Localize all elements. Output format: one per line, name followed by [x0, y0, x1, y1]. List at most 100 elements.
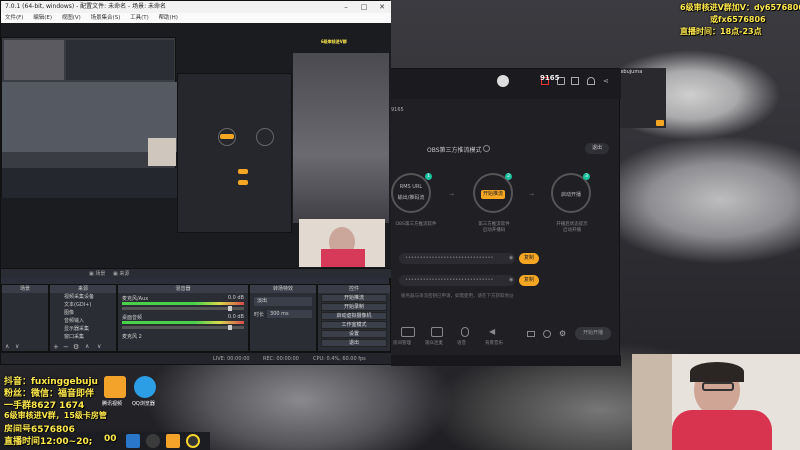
step-arrow-icon: →	[449, 191, 455, 198]
nested-tool-window	[177, 73, 292, 233]
step-1-label: RMS URL	[399, 184, 423, 190]
eye-icon[interactable]: ◉	[509, 255, 513, 261]
taskbar-tool-icon[interactable]	[186, 434, 200, 448]
nested-overlay-text: 6级审核进V群	[321, 39, 347, 44]
transitions-dock-header: 转场特效	[250, 285, 316, 293]
minimize-button[interactable]: –	[337, 1, 355, 13]
move-up-icon[interactable]: ∧	[85, 343, 89, 350]
menu-help[interactable]: 帮助(H)	[159, 15, 178, 21]
studio-mode-button[interactable]: 工作室模式	[321, 321, 387, 329]
webcam-glasses	[702, 382, 734, 391]
mic-icon[interactable]	[461, 327, 469, 337]
maximize-button[interactable]: □	[355, 1, 373, 13]
menu-file[interactable]: 文件(F)	[5, 15, 23, 21]
exit-button[interactable]: 退出	[321, 339, 387, 347]
move-down-icon[interactable]: ∨	[97, 343, 101, 350]
source-item[interactable]: 图像	[50, 309, 116, 317]
eye-preview-icon[interactable]	[543, 330, 551, 338]
menu-scene-collection[interactable]: 场景集合(S)	[91, 15, 121, 21]
mixer-dock-header: 混音器	[118, 285, 248, 293]
duration-label: 时长	[254, 311, 265, 318]
start-live-button[interactable]: 开始开播	[575, 327, 611, 340]
nested-step-circle	[256, 128, 274, 146]
close-button[interactable]: ✕	[373, 1, 391, 13]
nested-webcam	[148, 138, 176, 166]
settings-gear-icon[interactable]: ⚙	[559, 330, 566, 338]
source-settings-icon[interactable]: ⚙	[73, 343, 79, 351]
start-virtual-camera-button[interactable]: 启动虚拟摄像机	[321, 312, 387, 320]
step-2-badge: 2	[505, 173, 512, 180]
scene-up-icon[interactable]: ∧	[5, 343, 9, 350]
step-2-button[interactable]: 开始推流	[481, 190, 505, 199]
menu-edit[interactable]: 编辑(E)	[33, 15, 52, 21]
taskbar-edge-icon[interactable]	[126, 434, 140, 448]
tencent-video-icon[interactable]	[104, 376, 126, 398]
source-item[interactable]: 视频采集设备	[50, 293, 116, 301]
room-manage-icon[interactable]	[401, 327, 415, 337]
camera-icon[interactable]	[527, 331, 535, 337]
step-1-badge: 1	[425, 173, 432, 180]
bottom-tool-label-4: 背景音乐	[485, 341, 503, 346]
controls-dock: 控件 开始推流 开始录制 启动虚拟摄像机 工作室模式 设置 退出	[317, 284, 391, 352]
qq-browser-icon[interactable]	[134, 376, 156, 398]
taskbar-app-icon[interactable]	[166, 434, 180, 448]
start-streaming-button[interactable]: 开始推流	[321, 294, 387, 302]
tool-header: ⋖	[391, 69, 621, 99]
source-item[interactable]: 显示器采集	[50, 325, 116, 333]
mixer-track-2-slider[interactable]	[122, 325, 244, 330]
overlay-level: 6级审核进V群，15级卡房管	[4, 411, 107, 420]
nested-obs-docks	[2, 168, 177, 198]
exit-mode-button[interactable]: 退出	[585, 143, 609, 154]
speaker-icon[interactable]: ◀	[489, 327, 499, 337]
hint-text: 服务器与串流密钥已申请，如需使用，请在下方获取地址	[401, 294, 514, 299]
nested-orange-btn	[238, 169, 248, 174]
rec-timer: REC: 00:00:00	[263, 356, 299, 362]
tool-status-bar	[391, 355, 621, 366]
desktop-icon-label-2: QQ浏览器	[132, 401, 155, 407]
taskbar-obs-icon[interactable]	[146, 434, 160, 448]
settings-button[interactable]: 设置	[321, 330, 387, 338]
person-clothes	[321, 249, 365, 267]
nested-capture	[1, 37, 177, 198]
sources-dock-header: 来源	[50, 285, 116, 293]
step-2-desc: 第三方推流软件 启动开播码	[478, 222, 510, 233]
eye-icon[interactable]: ◉	[509, 277, 513, 283]
avatar[interactable]	[497, 75, 509, 87]
copy-url-button[interactable]: 复制	[519, 253, 539, 264]
mixer-track-1-name: 麦克风/Aux	[122, 296, 149, 302]
server-url-field[interactable]: ••••••••••••••••••••••••••••••	[399, 253, 515, 264]
overlay-live-time-suffix: 00	[104, 434, 117, 444]
copy-key-button[interactable]: 复制	[519, 275, 539, 286]
cpu-fps: CPU: 0.4%, 60.00 fps	[313, 356, 366, 362]
webcam-background-wall	[632, 354, 672, 450]
help-icon[interactable]	[483, 145, 490, 152]
mixer-track-1-slider[interactable]	[122, 306, 244, 311]
screen: 6级审核进V群加V：dy6576806 或fx6576806 直播时间：18点-…	[0, 0, 800, 450]
remove-source-icon[interactable]: −	[63, 343, 69, 351]
stream-key-field[interactable]: ••••••••••••••••••••••••••••••	[399, 275, 515, 286]
tab-scenes-icon[interactable]: ▣ 场景	[89, 270, 105, 277]
source-item[interactable]: 窗口采集	[50, 333, 116, 341]
box-icon[interactable]	[571, 77, 579, 85]
scenes-dock: 场景	[1, 284, 49, 352]
add-source-icon[interactable]: +	[53, 343, 59, 351]
bell-icon[interactable]	[587, 77, 595, 85]
scene-down-icon[interactable]: ∨	[15, 343, 19, 350]
menu-view[interactable]: 视图(V)	[62, 15, 81, 21]
menu-tools[interactable]: 工具(T)	[130, 15, 149, 21]
transition-select[interactable]: 淡出	[254, 297, 312, 306]
nested-preview-panel	[66, 40, 174, 80]
source-item[interactable]: 音频输入	[50, 317, 116, 325]
tab-sources-icon[interactable]: ▣ 来源	[113, 270, 129, 277]
obs-preview-canvas[interactable]: 6级审核进V群	[1, 23, 391, 268]
step-arrow-icon: →	[529, 191, 535, 198]
start-recording-button[interactable]: 开始录制	[321, 303, 387, 311]
obs-title-bar: 7.0.1 (64-bit, windows) - 配置文件: 未命名 - 场景…	[1, 1, 391, 13]
duration-input[interactable]: 300 ms	[267, 310, 312, 318]
sources-dock: 来源 视频采集设备 文本(GDI+) 图像 音频输入 显示器采集 窗口采集	[49, 284, 117, 352]
controls-dock-header: 控件	[318, 285, 390, 293]
share-icon[interactable]: ⋖	[603, 77, 611, 85]
link-mic-icon[interactable]	[431, 327, 443, 337]
step-3-desc: 开播后状态提示 启动开播	[556, 222, 588, 233]
source-item[interactable]: 文本(GDI+)	[50, 301, 116, 309]
